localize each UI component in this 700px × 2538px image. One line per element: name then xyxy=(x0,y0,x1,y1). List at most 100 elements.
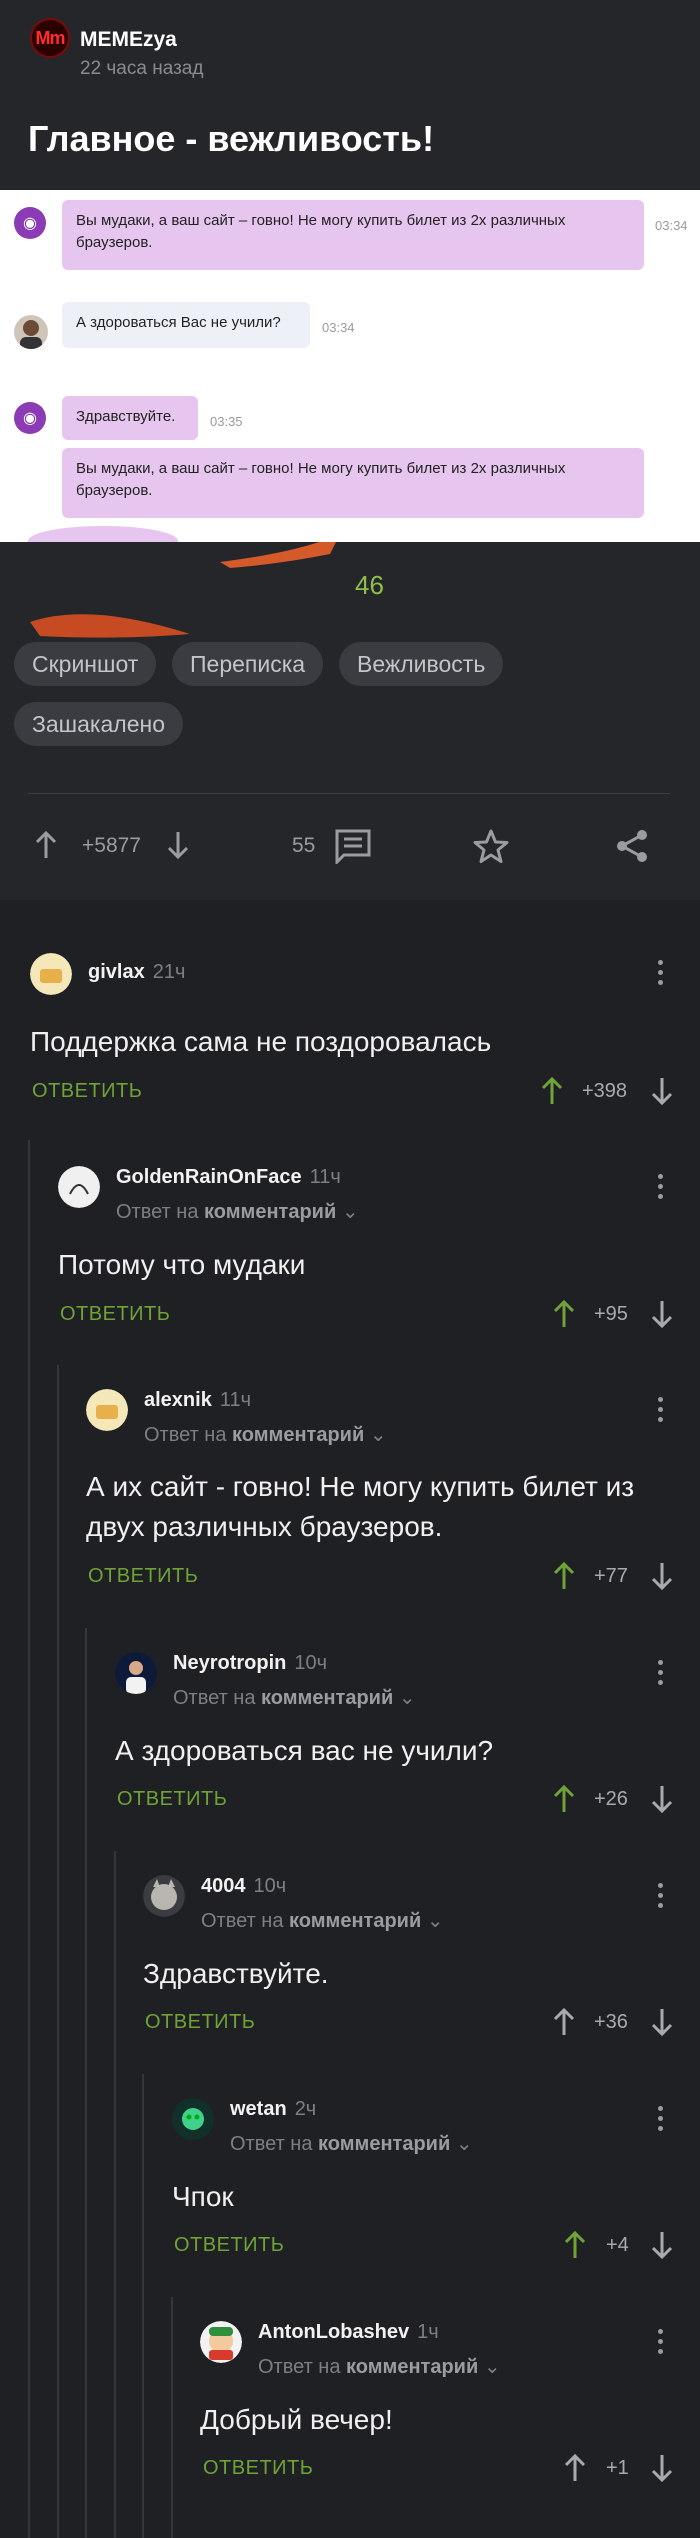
share-button[interactable] xyxy=(614,828,650,864)
arrow-up-icon[interactable] xyxy=(552,1561,576,1591)
reply-to-link[interactable]: Ответ на комментарий ⌄ xyxy=(144,1422,387,1447)
reply-button[interactable]: ОТВЕТИТЬ xyxy=(117,1788,227,1811)
chat-message-time: 03:34 xyxy=(322,320,355,335)
comment-score: +4 xyxy=(606,2234,629,2256)
comment-time: 2ч xyxy=(294,2098,317,2120)
comment-time: 10ч xyxy=(253,1875,287,1897)
reply-button[interactable]: ОТВЕТИТЬ xyxy=(88,1565,198,1588)
arrow-down-icon[interactable] xyxy=(650,1076,674,1106)
avatar[interactable] xyxy=(30,953,72,995)
chat-message-bubble: Вы мудаки, а ваш сайт – говно! Не могу к… xyxy=(62,448,644,518)
comments-count[interactable]: 55 xyxy=(292,834,315,858)
comments-button[interactable] xyxy=(334,828,372,864)
chevron-down-icon: ⌄ xyxy=(341,1201,359,1223)
tag-chip[interactable]: Переписка xyxy=(172,642,324,686)
comment-username[interactable]: 4004 xyxy=(201,1875,246,1898)
post-actions: +5877 55 xyxy=(0,820,700,880)
avatar[interactable] xyxy=(143,1875,185,1917)
arrow-up-icon xyxy=(35,830,57,858)
more-options-icon[interactable] xyxy=(658,2329,664,2359)
arrow-down-icon[interactable] xyxy=(650,2007,674,2037)
arrow-down-icon[interactable] xyxy=(650,1299,674,1329)
more-options-icon[interactable] xyxy=(658,1174,664,1204)
comment-time: 1ч xyxy=(417,2321,439,2343)
chevron-down-icon: ⌄ xyxy=(426,1910,444,1932)
reply-to-link[interactable]: Ответ на комментарий ⌄ xyxy=(258,2354,501,2379)
reply-button[interactable]: ОТВЕТИТЬ xyxy=(174,2234,284,2257)
chat-message-text: Вы мудаки, а ваш сайт – говно! Не могу к… xyxy=(76,212,566,229)
downvote-button[interactable] xyxy=(166,830,190,860)
tag-chip[interactable]: Скриншот xyxy=(14,642,157,686)
comment-time: 11ч xyxy=(309,1166,341,1188)
reply-button[interactable]: ОТВЕТИТЬ xyxy=(60,1303,170,1326)
comment-text: Чпок xyxy=(172,2181,234,2212)
post-image-lower xyxy=(0,542,700,642)
chevron-down-icon: ⌄ xyxy=(455,2133,473,2155)
comment-text: А их сайт - говно! Не могу купить билет … xyxy=(86,1471,635,1542)
comment: Neyrotropin 10ч Ответ на комментарий ⌄ А … xyxy=(0,1616,700,1839)
arrow-up-icon[interactable] xyxy=(563,2230,587,2260)
chat-bubble-fragment xyxy=(28,526,178,542)
post-title[interactable]: Главное - вежливость! xyxy=(28,118,434,160)
post-author[interactable]: Mm MEMEzya 22 часа назад xyxy=(30,18,203,80)
author-avatar[interactable]: Mm xyxy=(30,18,70,58)
reply-to-link[interactable]: Ответ на комментарий ⌄ xyxy=(201,1908,444,1933)
arrow-up-icon[interactable] xyxy=(552,1784,576,1814)
comment-score: +398 xyxy=(582,1080,628,1102)
reply-to-link[interactable]: Ответ на комментарий ⌄ xyxy=(116,1199,359,1224)
comment-username[interactable]: Neyrotropin xyxy=(173,1652,286,1675)
more-options-icon[interactable] xyxy=(658,960,664,990)
arrow-down-icon xyxy=(167,832,189,860)
arrow-down-icon[interactable] xyxy=(650,1784,674,1814)
avatar[interactable] xyxy=(115,1652,157,1694)
comment-time: 11ч xyxy=(219,1389,252,1411)
chevron-down-icon: ⌄ xyxy=(369,1424,387,1446)
avatar[interactable] xyxy=(172,2098,214,2140)
more-options-icon[interactable] xyxy=(658,1883,664,1913)
avatar[interactable] xyxy=(200,2321,242,2363)
arrow-down-icon[interactable] xyxy=(650,1561,674,1591)
comment-username[interactable]: wetan xyxy=(230,2098,287,2121)
arrow-up-icon[interactable] xyxy=(540,1076,564,1106)
reply-button[interactable]: ОТВЕТИТЬ xyxy=(32,1080,142,1103)
avatar[interactable] xyxy=(58,1166,100,1208)
arrow-up-icon[interactable] xyxy=(563,2453,587,2483)
comment-username[interactable]: alexnik xyxy=(144,1389,212,1412)
reply-to-link[interactable]: Ответ на комментарий ⌄ xyxy=(230,2131,473,2156)
chat-message-text: А здороваться Вас не учили? xyxy=(76,314,281,331)
avatar[interactable] xyxy=(86,1389,128,1431)
tag-chip[interactable]: Зашакалено xyxy=(14,702,183,746)
author-name[interactable]: MEMEzya xyxy=(80,28,203,52)
arrow-up-icon[interactable] xyxy=(552,2007,576,2037)
arrow-up-icon[interactable] xyxy=(552,1299,576,1329)
comment-score: +26 xyxy=(594,1788,628,1810)
save-button[interactable] xyxy=(472,828,510,864)
arrow-down-icon[interactable] xyxy=(650,2230,674,2260)
comment-score: +1 xyxy=(606,2457,629,2479)
comment-time: 21ч xyxy=(152,961,186,983)
chat-message-text: браузеров. xyxy=(76,234,153,251)
more-options-icon[interactable] xyxy=(658,1660,664,1690)
tag-chip[interactable]: Вежливость xyxy=(339,642,504,686)
more-options-icon[interactable] xyxy=(658,2106,664,2136)
reply-button[interactable]: ОТВЕТИТЬ xyxy=(145,2011,255,2034)
comment: givlax 21ч Поддержка сама не поздоровала… xyxy=(0,900,700,1130)
chat-message-bubble: Вы мудаки, а ваш сайт – говно! Не могу к… xyxy=(62,200,644,270)
comment-username[interactable]: GoldenRainOnFace xyxy=(116,1166,302,1189)
post-time: 22 часа назад xyxy=(80,58,204,79)
comment-text: А здороваться вас не учили? xyxy=(115,1735,494,1766)
more-options-icon[interactable] xyxy=(658,1397,664,1427)
comment: 4004 10ч Ответ на комментарий ⌄ Здравству… xyxy=(0,1839,700,2062)
comment-username[interactable]: givlax xyxy=(88,961,145,984)
comment: AntonLobashev 1ч Ответ на комментарий ⌄ Д… xyxy=(0,2285,700,2538)
upvote-button[interactable] xyxy=(34,830,58,860)
comment-username[interactable]: AntonLobashev xyxy=(258,2321,409,2344)
comment: GoldenRainOnFace 11ч Ответ на комментарий… xyxy=(0,1130,700,1353)
reply-button[interactable]: ОТВЕТИТЬ xyxy=(203,2457,313,2480)
comment-text: Добрый вечер! xyxy=(200,2404,393,2435)
reply-to-link[interactable]: Ответ на комментарий ⌄ xyxy=(173,1685,416,1710)
arrow-down-icon[interactable] xyxy=(650,2453,674,2483)
post-image-chat-screenshot[interactable]: ◉ Вы мудаки, а ваш сайт – говно! Не могу… xyxy=(0,190,700,542)
divider xyxy=(28,793,670,794)
chat-message-text: Вы мудаки, а ваш сайт – говно! Не могу к… xyxy=(76,460,566,477)
